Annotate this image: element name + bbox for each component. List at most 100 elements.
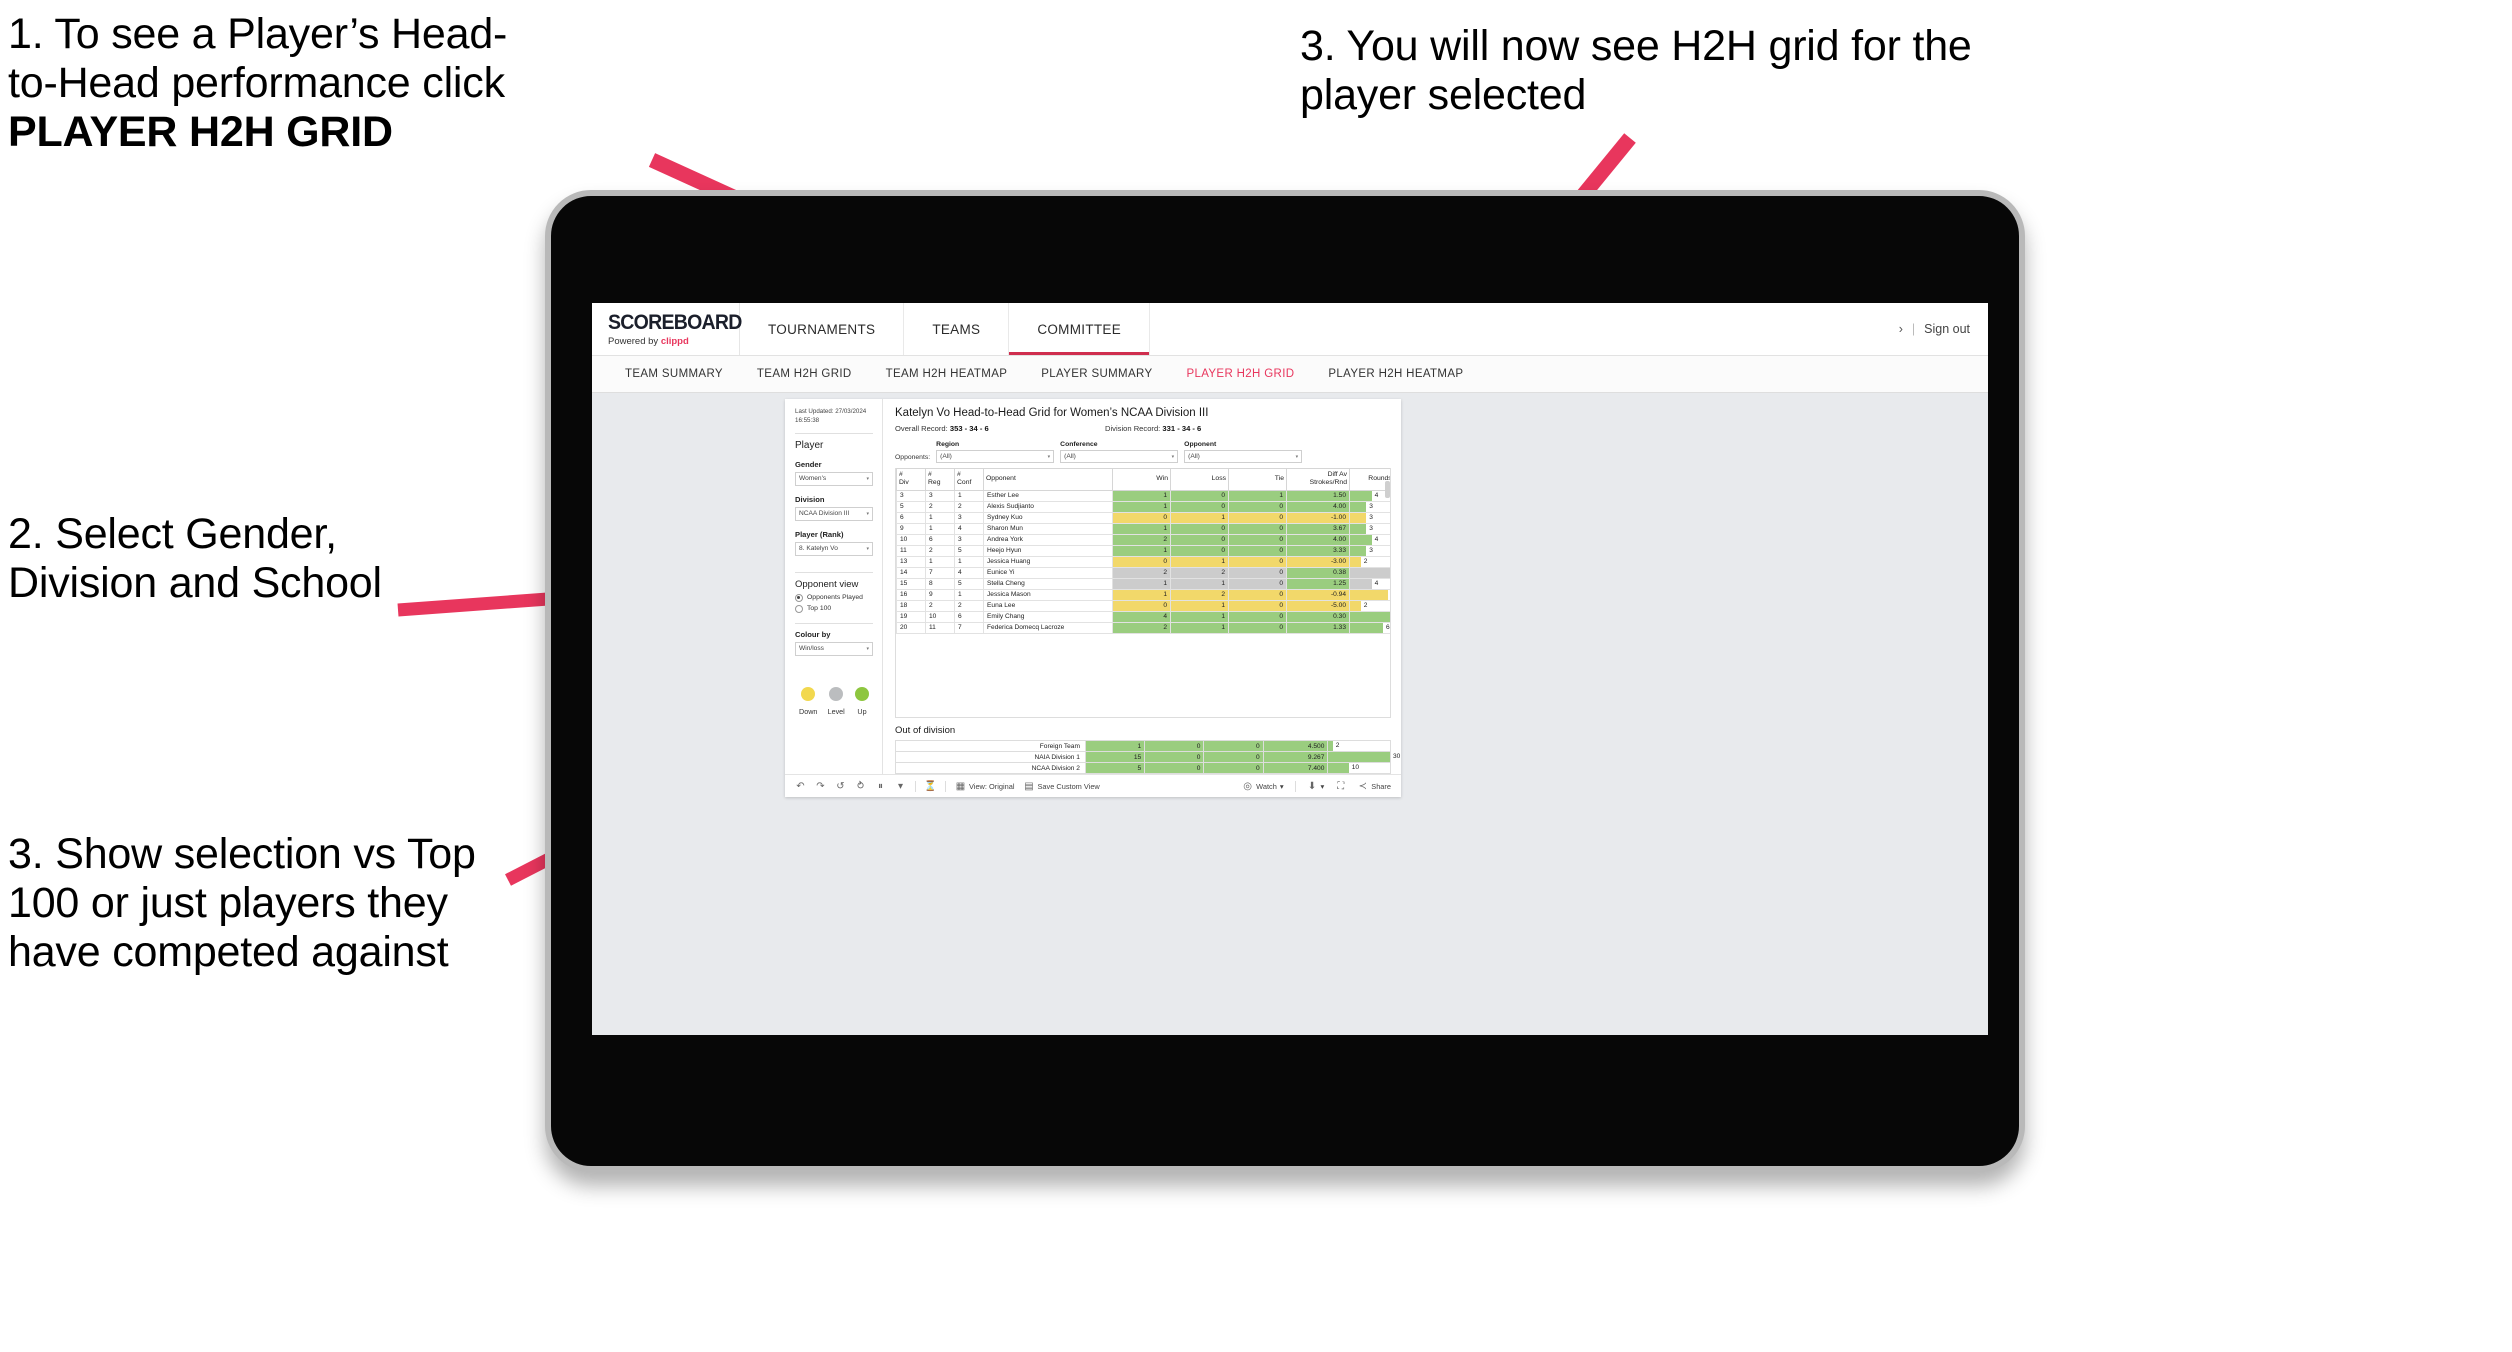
radio-opponents-played[interactable]: Opponents Played xyxy=(795,593,873,602)
nav-item-committee[interactable]: COMMITTEE xyxy=(1009,303,1151,355)
out-of-division-row[interactable]: Foreign Team 1 0 0 4.500 2 xyxy=(895,740,1391,752)
cell-loss: 2 xyxy=(1170,566,1229,579)
download-button[interactable]: ⬇ ▾ xyxy=(1307,781,1324,792)
scoreboard-logo[interactable]: SCOREBOARD Powered by clippd xyxy=(592,303,742,355)
rounds-value: 10 xyxy=(1351,764,1360,771)
cell-loss: 1 xyxy=(1170,599,1229,612)
conference-value: (All) xyxy=(1064,453,1076,460)
table-row[interactable]: 3 3 1 Esther Lee 1 0 1 1.50 4 xyxy=(896,489,1390,502)
cell-reg: 10 xyxy=(925,610,955,623)
table-row[interactable]: 15 8 5 Stella Cheng 1 1 0 1.25 4 xyxy=(896,577,1390,590)
annotation-step-2: 2. Select Gender, Division and School xyxy=(8,510,382,608)
sign-out-link[interactable]: Sign out xyxy=(1924,322,1970,336)
logo-wordmark: SCOREBOARD xyxy=(608,311,742,334)
colour-by-select[interactable]: Win/loss ▾ xyxy=(795,641,873,656)
h2h-table: # Div # Reg # Conf Opponent Win Loss Tie Di… xyxy=(896,468,1390,634)
subnav-player-summary[interactable]: PLAYER SUMMARY xyxy=(1024,368,1169,380)
division-select[interactable]: NCAA Division III ▾ xyxy=(795,506,873,521)
legend-label-level: Level xyxy=(827,706,845,716)
opponent-view-title: Opponent view xyxy=(795,578,859,590)
subnav-team-h2h-grid[interactable]: TEAM H2H GRID xyxy=(740,368,869,380)
pause-icon[interactable]: ⏸ xyxy=(875,781,886,792)
radio-top-100-label: Top 100 xyxy=(807,605,832,613)
chevron-down-icon: ▾ xyxy=(866,545,869,552)
rounds-value: 4 xyxy=(1374,535,1379,543)
radio-top-100[interactable]: Top 100 xyxy=(795,604,873,613)
h2h-table-body: 3 3 1 Esther Lee 1 0 1 1.50 4 5 2 2 Alexis Sudjianto… xyxy=(896,489,1390,634)
view-original-button[interactable]: ▦ View: Original xyxy=(955,781,1015,792)
subnav-team-summary[interactable]: TEAM SUMMARY xyxy=(608,368,740,380)
share-button[interactable]: ≺ Share xyxy=(1357,781,1391,792)
cell-opponent: Eunice Yi xyxy=(983,566,1113,579)
region-select[interactable]: (All) ▾ xyxy=(936,450,1055,463)
cell-diff: 1.25 xyxy=(1286,577,1350,590)
viz-title: Katelyn Vo Head-to-Head Grid for Women’s… xyxy=(895,407,1209,419)
table-row[interactable]: 1691Jessica Mason120-0.947 xyxy=(896,588,1390,601)
table-row[interactable]: 13 1 1 Jessica Huang 0 1 0 -3.00 2 xyxy=(896,555,1390,568)
divider xyxy=(795,432,873,434)
table-row[interactable]: 11 2 5 Heejo Hyun 1 0 0 3.33 3 xyxy=(896,544,1390,557)
out-of-division-row[interactable]: NAIA Division 1 15 0 0 9.267 30 xyxy=(895,751,1400,763)
rounds-value: 7 xyxy=(1388,590,1390,600)
col-conf: # Conf xyxy=(954,468,984,491)
nav-item-teams[interactable]: TEAMS xyxy=(904,303,1010,355)
clippd-brand: clippd xyxy=(660,336,689,347)
table-row[interactable]: 5 2 2 Alexis Sudjianto 1 0 0 4.00 3 xyxy=(896,500,1390,513)
h2h-table-container[interactable]: # Div # Reg # Conf Opponent Win Loss Tie Di… xyxy=(895,468,1391,718)
gender-select[interactable]: Women's ▾ xyxy=(795,471,873,486)
table-row[interactable]: 20 11 7 Federica Domecq Lacroze 2 1 0 1.33 6 xyxy=(896,621,1390,634)
player-rank-select[interactable]: 8. Katelyn Vo ▾ xyxy=(795,541,873,556)
colour-by-value: Win/loss xyxy=(799,645,824,653)
cell-rounds: 2 xyxy=(1349,599,1390,612)
colour-legend: Down Level Up xyxy=(795,686,873,716)
rounds-bar xyxy=(1350,589,1389,600)
save-custom-view-button[interactable]: ▤ Save Custom View xyxy=(1023,781,1100,792)
cell-loss: 0 xyxy=(1170,544,1229,557)
table-row[interactable]: 1474Eunice Yi2200.389 xyxy=(896,566,1390,579)
cell-tie: 0 xyxy=(1228,621,1287,634)
logo-tagline-prefix: Powered by xyxy=(608,336,661,347)
cell-diff: -0.94 xyxy=(1286,588,1350,601)
rounds-bar xyxy=(1350,534,1372,545)
subnav-player-h2h-heatmap[interactable]: PLAYER H2H HEATMAP xyxy=(1311,368,1480,380)
cell-reg: 2 xyxy=(925,544,955,557)
col-conf-l1: # xyxy=(957,471,961,478)
cell-opponent: Jessica Mason xyxy=(983,588,1113,601)
cell-rounds: 2 xyxy=(1327,740,1391,752)
watch-button[interactable]: ◎ Watch ▾ xyxy=(1242,781,1283,792)
subnav-player-h2h-grid[interactable]: PLAYER H2H GRID xyxy=(1169,368,1311,380)
toolbar-divider xyxy=(1294,780,1296,792)
table-scrollbar-thumb[interactable] xyxy=(1385,481,1390,498)
redo-icon[interactable]: ↷ xyxy=(815,781,826,792)
cell-conf: 5 xyxy=(954,577,984,590)
out-of-division-row[interactable]: NCAA Division 2 5 0 0 7.400 10 xyxy=(895,762,1391,774)
fullscreen-icon[interactable]: ⛶ xyxy=(1335,781,1346,792)
custom-views-caret-icon[interactable]: ▾ xyxy=(895,781,906,792)
subnav-team-h2h-heatmap[interactable]: TEAM H2H HEATMAP xyxy=(869,368,1025,380)
table-row[interactable]: 18 2 2 Euna Lee 0 1 0 -5.00 2 xyxy=(896,599,1390,612)
cell-diff: 0.30 xyxy=(1286,610,1350,623)
rounds-bar xyxy=(1350,501,1367,512)
cell-tie: 0 xyxy=(1228,599,1287,612)
table-row[interactable]: 19106Emily Chang4100.3011 xyxy=(896,610,1390,623)
table-row[interactable]: 10 6 3 Andrea York 2 0 0 4.00 4 xyxy=(896,533,1390,546)
nav-item-tournaments[interactable]: TOURNAMENTS xyxy=(740,303,905,355)
col-diff-l1: Diff Av xyxy=(1327,471,1347,478)
cell-diff: 3.33 xyxy=(1286,544,1350,557)
cell-group-name: Foreign Team xyxy=(895,740,1086,752)
cell-win: 2 xyxy=(1112,566,1171,579)
opponent-select[interactable]: (All) ▾ xyxy=(1184,450,1303,463)
table-row[interactable]: 6 1 3 Sydney Kuo 0 1 0 -1.00 3 xyxy=(896,511,1390,524)
clock-icon[interactable]: ⏳ xyxy=(924,781,936,792)
gender-label: Gender xyxy=(795,459,822,469)
refresh-icon[interactable]: ⥁ xyxy=(855,781,866,792)
revert-icon[interactable]: ↺ xyxy=(835,781,846,792)
table-row[interactable]: 9 1 4 Sharon Mun 1 0 0 3.67 3 xyxy=(896,522,1390,535)
conference-select[interactable]: (All) ▾ xyxy=(1060,450,1179,463)
col-diff-l2: Strokes/Rnd xyxy=(1309,479,1347,487)
rounds-bar xyxy=(1350,622,1383,633)
user-chevron-icon[interactable]: › xyxy=(1899,322,1903,336)
col-div-l1: # xyxy=(899,471,903,478)
cell-diff: 1.50 xyxy=(1286,489,1350,502)
undo-icon[interactable]: ↶ xyxy=(795,781,806,792)
